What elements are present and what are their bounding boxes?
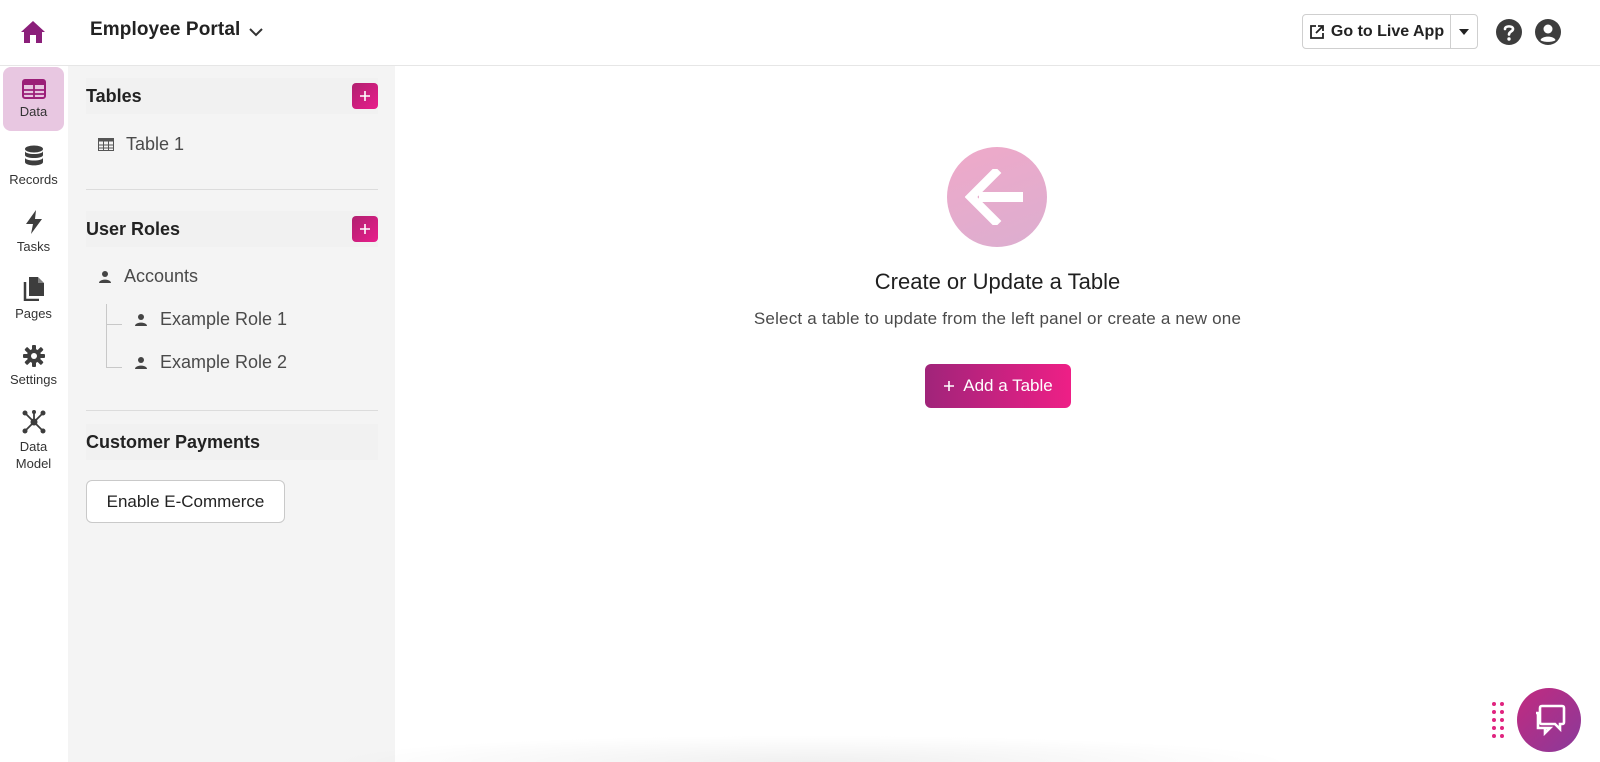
nav-data-model-label: Data Model: [15, 439, 52, 471]
person-icon: [135, 313, 147, 326]
home-icon: [21, 21, 45, 43]
empty-state-subtitle: Select a table to update from the left p…: [753, 309, 1242, 328]
pages-icon: [23, 276, 44, 301]
user-roles-section-header: User Roles: [86, 211, 378, 247]
plus-icon: [944, 381, 955, 391]
table-list-item-label: Table 1: [126, 134, 185, 154]
arrow-left-icon: [965, 169, 1023, 225]
table-icon: [21, 78, 46, 99]
add-user-role-button[interactable]: [352, 216, 378, 242]
network-icon: [22, 410, 45, 434]
add-table-small-button[interactable]: [352, 83, 378, 109]
nav-data-model[interactable]: Data Model: [3, 403, 64, 479]
tables-section-title: Tables: [86, 85, 142, 106]
role-accounts-label: Accounts: [124, 266, 199, 286]
tree-connector: [106, 304, 107, 368]
person-icon: [135, 356, 147, 369]
empty-state-graphic: [947, 147, 1047, 247]
help-icon[interactable]: [1495, 18, 1523, 46]
add-a-table-label: Add a Table: [963, 376, 1053, 395]
chat-bubble-icon: [1536, 704, 1566, 736]
nav-records[interactable]: Records: [3, 134, 64, 198]
role-example-1-label: Example Role 1: [160, 309, 288, 329]
customer-payments-section-header: Customer Payments: [86, 424, 378, 460]
go-to-live-app-button[interactable]: Go to Live App: [1303, 15, 1451, 48]
tables-section-header: Tables: [86, 78, 378, 114]
nav-data-label: Data: [19, 103, 48, 119]
nav-pages-label: Pages: [15, 305, 52, 321]
bolt-icon: [25, 209, 42, 234]
plus-icon: [360, 91, 370, 101]
gear-icon: [22, 344, 45, 367]
chat-support-button[interactable]: [1517, 688, 1581, 752]
enable-ecommerce-button[interactable]: Enable E-Commerce: [86, 480, 285, 523]
role-accounts[interactable]: Accounts: [98, 266, 198, 287]
home-button[interactable]: [18, 18, 48, 46]
nav-settings[interactable]: Settings: [3, 334, 64, 398]
nav-rail: Data Records Tasks Pages Settings Data M…: [0, 66, 68, 762]
data-side-panel: Tables Table 1 User Roles Accounts Examp…: [68, 66, 395, 762]
role-example-1[interactable]: Example Role 1: [134, 309, 287, 330]
go-to-live-app-label: Go to Live App: [1330, 22, 1445, 40]
tree-connector: [106, 367, 122, 368]
bottom-shadow: [320, 735, 1300, 762]
drag-handle-icon[interactable]: [1491, 701, 1505, 739]
table-small-icon: [98, 138, 114, 151]
divider: [86, 189, 378, 190]
empty-state-title: Create or Update a Table: [874, 269, 1121, 294]
nav-data[interactable]: Data: [3, 67, 64, 131]
user-account-icon[interactable]: [1534, 18, 1562, 46]
person-icon: [99, 270, 111, 283]
role-example-2[interactable]: Example Role 2: [134, 352, 287, 373]
nav-pages[interactable]: Pages: [3, 267, 64, 331]
nav-tasks[interactable]: Tasks: [3, 200, 64, 264]
nav-settings-label: Settings: [10, 371, 57, 387]
tree-connector: [106, 324, 122, 325]
customer-payments-title: Customer Payments: [86, 431, 261, 452]
app-name[interactable]: Employee Portal: [90, 19, 240, 41]
external-link-icon: [1310, 24, 1324, 39]
role-example-2-label: Example Role 2: [160, 352, 288, 372]
top-bar: Employee Portal Go to Live App: [0, 0, 1600, 66]
main-content: Create or Update a Table Select a table …: [395, 66, 1600, 762]
divider: [86, 410, 378, 411]
database-icon: [24, 145, 43, 165]
caret-down-icon: [1459, 28, 1469, 35]
nav-records-label: Records: [9, 171, 58, 187]
plus-icon: [360, 224, 370, 234]
user-roles-section-title: User Roles: [86, 218, 181, 239]
nav-tasks-label: Tasks: [16, 238, 51, 254]
table-list-item[interactable]: Table 1: [98, 134, 184, 155]
go-to-live-app-group: Go to Live App: [1302, 14, 1478, 49]
chevron-down-icon[interactable]: [246, 22, 266, 42]
add-a-table-button[interactable]: Add a Table: [925, 364, 1071, 408]
live-app-dropdown-toggle[interactable]: [1451, 15, 1477, 48]
